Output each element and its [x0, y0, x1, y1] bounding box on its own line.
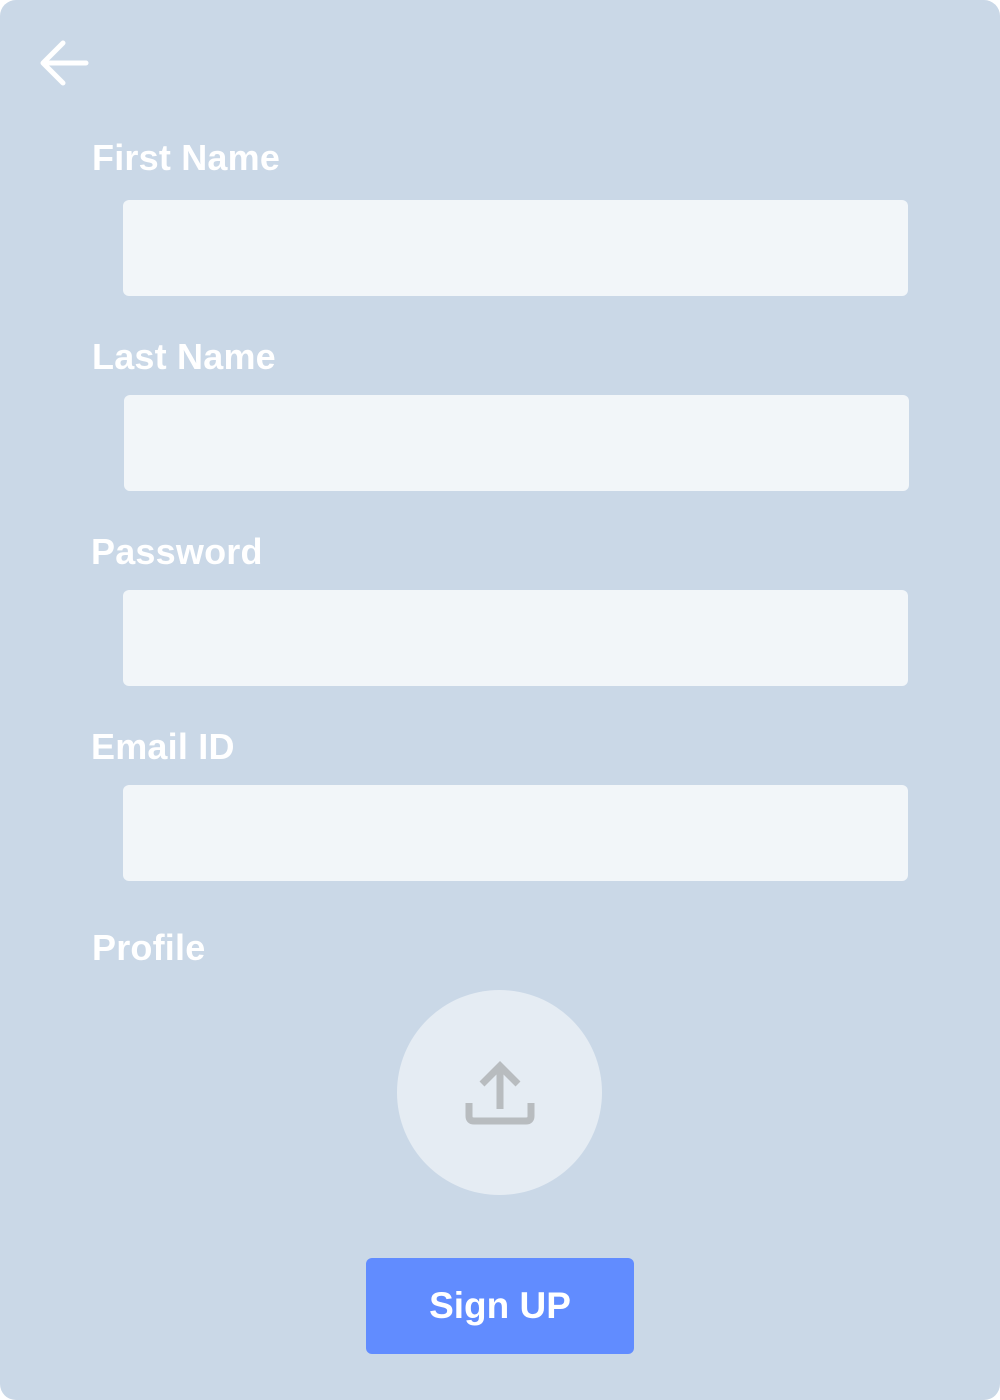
password-label: Password	[91, 531, 263, 572]
email-input[interactable]	[123, 785, 908, 881]
profile-label: Profile	[92, 927, 206, 968]
profile-upload-button[interactable]	[397, 990, 602, 1195]
first-name-input[interactable]	[123, 200, 908, 296]
password-input[interactable]	[123, 590, 908, 686]
back-button[interactable]	[36, 36, 92, 88]
sign-up-button[interactable]: Sign UP	[366, 1258, 634, 1354]
signup-card: First Name Last Name Password Email ID P…	[0, 0, 1000, 1400]
email-label: Email ID	[91, 726, 235, 767]
upload-icon	[465, 1060, 534, 1124]
last-name-label: Last Name	[92, 336, 276, 377]
last-name-input[interactable]	[124, 395, 909, 491]
first-name-label: First Name	[92, 137, 281, 178]
arrow-left-icon	[40, 40, 89, 86]
